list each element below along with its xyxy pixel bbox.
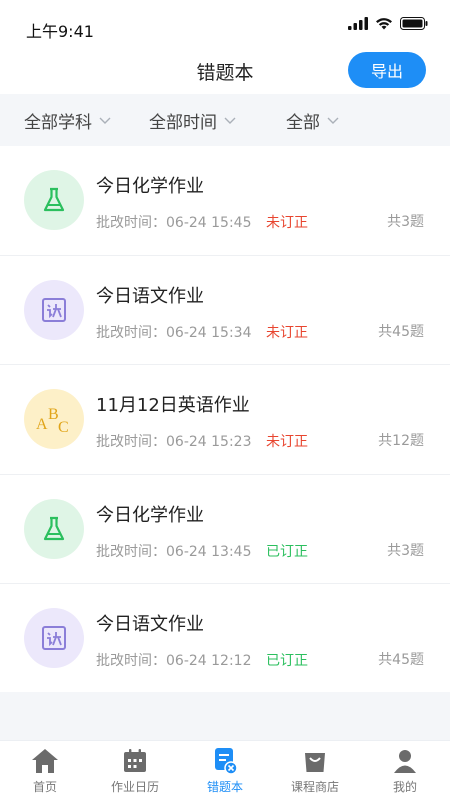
status-badge: 已订正 (266, 543, 308, 560)
list-item[interactable]: A B C 11月12日英语作业 批改时间：06-24 15:23 未订正 共1… (0, 365, 450, 475)
shop-bag-icon (301, 747, 329, 775)
list-item[interactable]: 今日化学作业 批改时间：06-24 15:45 未订正 共3题 (0, 146, 450, 256)
mistake-book-icon (211, 747, 239, 775)
item-title: 今日语文作业 (96, 285, 204, 307)
status-badge: 未订正 (266, 324, 308, 341)
item-review-time: 批改时间：06-24 12:12 (96, 653, 252, 669)
time-filter[interactable]: 全部时间 (149, 94, 237, 146)
status-badge: 未订正 (266, 434, 308, 450)
subject-filter[interactable]: 全部学科 (24, 94, 112, 146)
tab-profile[interactable]: 我的 (360, 741, 450, 800)
chinese-book-icon (24, 608, 84, 668)
item-review-time: 批改时间：06-24 15:45 (96, 215, 252, 231)
svg-text:A: A (36, 416, 48, 433)
header: 错题本 导出 (0, 50, 450, 92)
item-question-count: 共3题 (387, 214, 424, 230)
export-button[interactable]: 导出 (348, 52, 426, 88)
wifi-icon (376, 18, 392, 30)
home-icon (31, 747, 59, 775)
cellular-signal-icon (348, 17, 368, 30)
item-title: 今日化学作业 (96, 504, 204, 526)
svg-text:C: C (58, 419, 69, 436)
item-review-time: 批改时间：06-24 13:45 (96, 543, 252, 560)
subject-filter-label: 全部学科 (24, 112, 92, 133)
status-filter-label: 全部 (286, 112, 320, 133)
chevron-down-icon (99, 117, 111, 124)
tab-label: 错题本 (206, 780, 243, 794)
chevron-down-icon (327, 117, 339, 124)
tab-mistake-book[interactable]: 错题本 (180, 741, 270, 800)
chinese-book-icon (24, 279, 84, 340)
tab-course-shop[interactable]: 课程商店 (270, 741, 360, 800)
item-question-count: 共3题 (387, 542, 424, 559)
tab-label: 作业日历 (110, 780, 159, 794)
item-review-time: 批改时间：06-24 15:34 (96, 324, 252, 341)
tab-label: 课程商店 (290, 780, 339, 794)
item-question-count: 共45题 (378, 652, 424, 668)
list-item[interactable]: 今日化学作业 批改时间：06-24 13:45 已订正 共3题 (0, 474, 450, 584)
item-question-count: 共12题 (378, 433, 424, 449)
profile-icon (391, 747, 419, 775)
chevron-down-icon (224, 117, 236, 124)
status-badge: 未订正 (266, 215, 308, 231)
item-question-count: 共45题 (378, 323, 424, 340)
item-title: 今日语文作业 (96, 614, 204, 635)
status-bar: 上午9:41 (0, 0, 450, 50)
status-icons (348, 17, 428, 30)
status-filter[interactable]: 全部 (286, 94, 340, 146)
filter-bar: 全部学科 全部时间 全部 (0, 94, 450, 146)
tab-home[interactable]: 首页 (0, 741, 90, 800)
item-review-time: 批改时间：06-24 15:23 (96, 434, 252, 450)
tab-label: 首页 (32, 780, 57, 794)
abc-icon: A B C (24, 389, 84, 449)
list-item[interactable]: 今日语文作业 批改时间：06-24 12:12 已订正 共45题 (0, 584, 450, 694)
tab-homework-calendar[interactable]: 作业日历 (90, 741, 180, 800)
tab-bar: 首页 作业日历 错题本 课程商店 我的 (0, 740, 450, 800)
status-badge: 已订正 (266, 653, 308, 669)
flask-icon (24, 170, 84, 230)
flask-icon (24, 498, 84, 559)
item-title: 11月12日英语作业 (96, 395, 250, 416)
time-filter-label: 全部时间 (149, 112, 217, 133)
calendar-icon (121, 747, 149, 775)
list-footer-space (0, 692, 450, 740)
item-title: 今日化学作业 (96, 176, 204, 197)
tab-label: 我的 (392, 780, 417, 794)
homework-list: 今日化学作业 批改时间：06-24 15:45 未订正 共3题 今日语文作业 批… (0, 146, 450, 694)
battery-icon (400, 17, 428, 30)
status-time: 上午9:41 (26, 22, 94, 41)
list-item[interactable]: 今日语文作业 批改时间：06-24 15:34 未订正 共45题 (0, 255, 450, 365)
